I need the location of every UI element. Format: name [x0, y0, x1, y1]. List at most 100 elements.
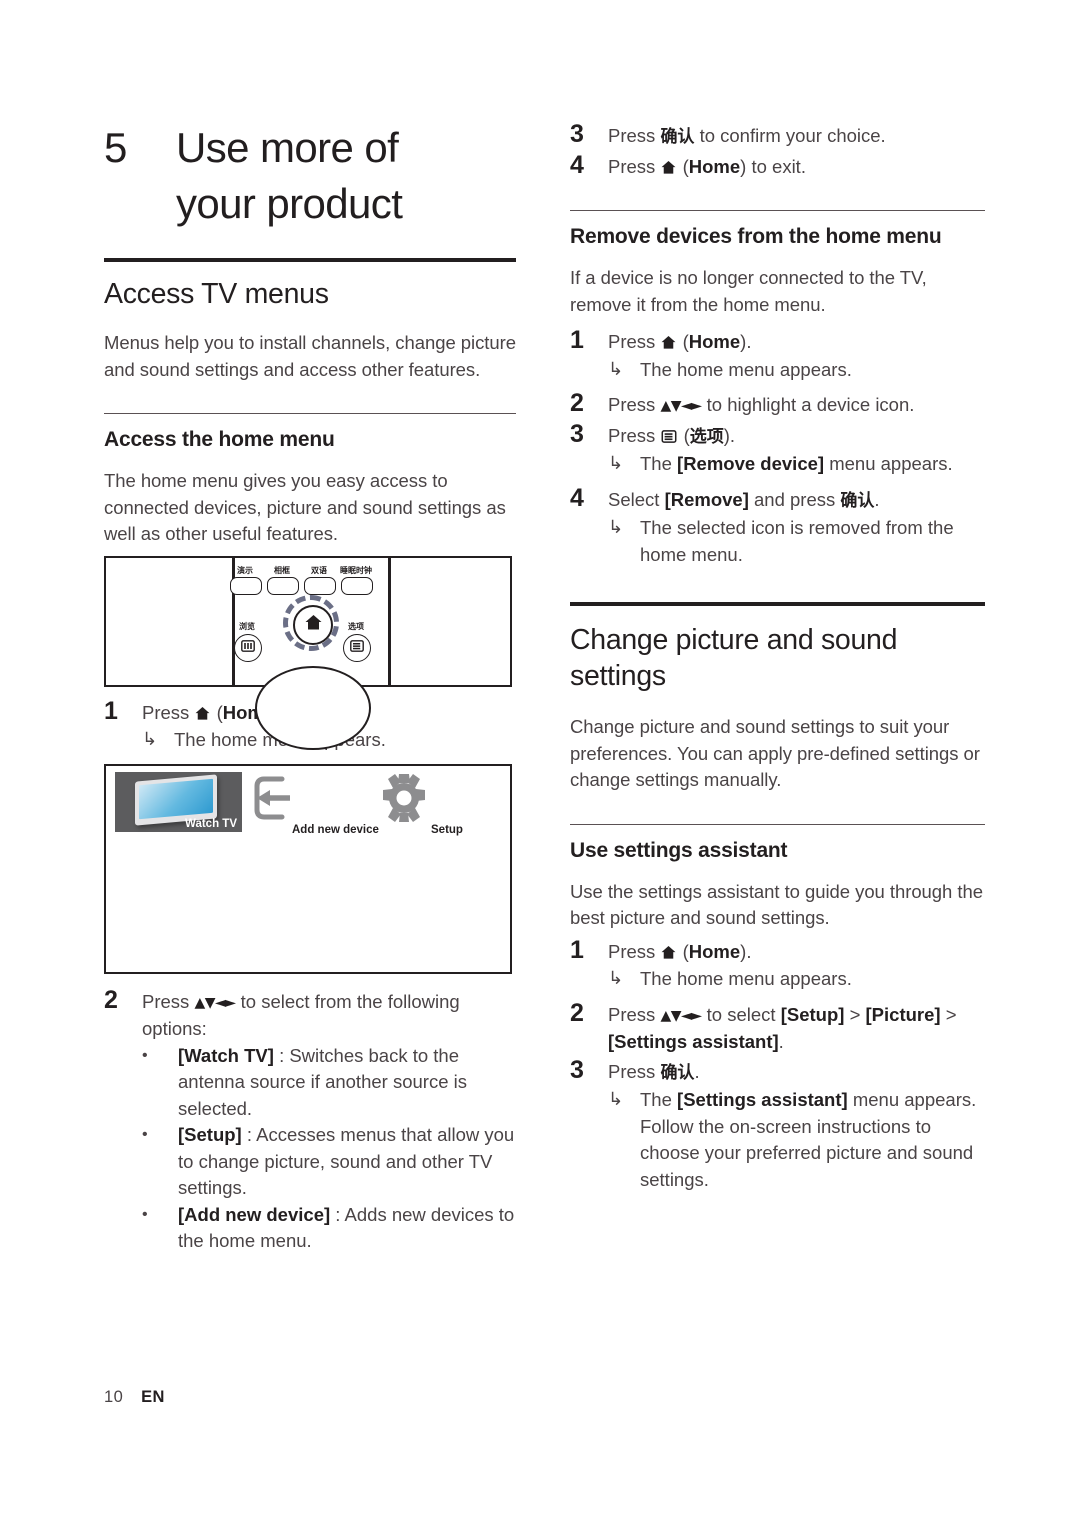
remote-right-edge — [388, 557, 391, 685]
chapter-title: Use more of your product — [176, 120, 403, 232]
step-text-after: . — [874, 488, 880, 510]
chapter-title-line1: Use more of — [176, 124, 399, 171]
options-icon — [661, 424, 677, 443]
confirm-key-label: 确认 — [660, 1062, 695, 1083]
remote-home-button[interactable] — [293, 604, 333, 645]
language-code: EN — [141, 1388, 165, 1406]
step-result: ↳ The [Settings assistant] menu appears.… — [608, 1087, 985, 1193]
result-text: The selected icon is removed from the ho… — [640, 517, 954, 565]
result-menu-name: [Remove device] — [677, 453, 825, 474]
result-text-after: menu appears. — [829, 453, 953, 474]
home-menu-item-watch-tv[interactable]: Watch TV — [115, 771, 242, 832]
home-menu-label-watch-tv: Watch TV — [185, 817, 237, 830]
step-text-mid: to select — [706, 1003, 776, 1025]
section-divider-thick — [104, 258, 516, 262]
step-text-before: Press — [608, 1003, 656, 1025]
section-title-access-tv-menus: Access TV menus — [104, 278, 329, 310]
step-number: 4 — [570, 483, 584, 512]
section-title-change-picture-sound: Change picture and sound settings — [570, 622, 985, 694]
step-text: Press ▲▼◄► to select [Setup] > [Picture]… — [608, 999, 985, 1056]
step-text-before: Select — [608, 488, 660, 510]
step-assistant-2: 2 Press ▲▼◄► to select [Setup] > [Pictur… — [570, 999, 985, 1056]
options-icon — [350, 639, 364, 657]
remote-button-sleep-timer[interactable] — [341, 576, 373, 595]
result-text: The home menu appears. — [640, 358, 852, 380]
step-remove-2: 2 Press ▲▼◄► to highlight a device icon. — [570, 389, 985, 420]
step-access-home-4: 4 Press (Home) to exit. — [570, 151, 985, 181]
navigation-arrows-icon: ▲▼◄► — [194, 994, 236, 1011]
step-text-after: . — [778, 1031, 784, 1052]
subsection-title-use-settings-assistant: Use settings assistant — [570, 838, 788, 862]
remote-button-photo-frame[interactable] — [267, 576, 299, 595]
bullet-text: [Watch TV] : Switches back to the antenn… — [178, 1043, 516, 1123]
home-icon — [305, 614, 322, 635]
step-text: Press ▲▼◄► to highlight a device icon. — [608, 389, 985, 420]
result-text-before: The — [640, 1089, 672, 1110]
remote-body: 演示 相框 双语 睡眠时钟 浏览 选项 — [106, 557, 510, 750]
home-icon — [195, 706, 210, 720]
home-menu-label-add-new-device: Add new device — [292, 823, 379, 836]
menu-path-picture: [Picture] — [865, 1003, 941, 1025]
step-number: 3 — [570, 1055, 584, 1084]
step-text: Press (选项). — [608, 420, 985, 451]
options-key-label: 选项 — [689, 426, 724, 447]
menu-path-separator: > — [849, 1003, 861, 1025]
section-intro-text: Change picture and sound settings to sui… — [570, 716, 980, 790]
remote-control-figure: 演示 相框 双语 睡眠时钟 浏览 选项 — [104, 555, 512, 750]
result-arrow-icon: ↳ — [142, 729, 158, 750]
step-text: Press 确认. — [608, 1056, 985, 1087]
result-text-before: The — [640, 453, 672, 474]
step-number: 1 — [104, 696, 118, 725]
manual-page: 5 Use more of your product Access TV men… — [0, 0, 1080, 1527]
step-text-after: . — [694, 1060, 700, 1082]
page-footer: 10 EN — [104, 1388, 165, 1407]
left-column: 5 Use more of your product Access TV men… — [104, 120, 516, 1255]
section-title-line1: Change picture and sound — [570, 624, 898, 656]
step-text-after: to select from the following options: — [142, 990, 460, 1040]
result-text: The [Remove device] menu appears. — [640, 451, 985, 478]
confirm-key-label: 确认 — [660, 127, 695, 147]
step-number: 1 — [570, 326, 584, 354]
step-assistant-3: 3 Press 确认. — [570, 1056, 985, 1087]
home-menu-label-setup: Setup — [431, 823, 463, 836]
navigation-arrows-icon: ▲▼◄► — [660, 398, 702, 414]
step-number: 2 — [570, 389, 584, 417]
home-keyword: Home — [688, 940, 741, 962]
subsection-title-remove-devices: Remove devices from the home menu — [570, 225, 942, 248]
remote-button-label-sleep-timer: 睡眠时钟 — [340, 565, 372, 575]
bullet-dot: • — [142, 1126, 148, 1143]
remote-dial[interactable] — [255, 665, 371, 750]
step-remove-3: 3 Press (选项). — [570, 420, 985, 451]
home-keyword: Home — [688, 331, 741, 352]
home-menu-screen: Watch TV Add new device Setup — [106, 765, 510, 972]
page-number: 10 — [104, 1388, 124, 1406]
subsection-intro-text: If a device is no longer connected to th… — [570, 267, 927, 315]
step-access-home-3: 3 Press 确认 to confirm your choice. — [570, 120, 985, 151]
paren-close: ). — [740, 940, 752, 962]
browse-icon — [241, 639, 255, 657]
step-text: Press (Home). — [608, 936, 985, 966]
result-arrow-icon: ↳ — [608, 968, 624, 989]
step-assistant-1: 1 Press (Home). — [570, 936, 985, 966]
step-text: Press ▲▼◄► to select from the following … — [142, 986, 516, 1043]
remote-button-bilingual[interactable] — [304, 576, 336, 595]
step-number: 3 — [570, 419, 584, 448]
menu-path-setup: [Setup] — [780, 1003, 845, 1025]
section-title-line2: settings — [570, 660, 666, 692]
remote-browse-button[interactable] — [234, 633, 262, 662]
remote-options-button[interactable] — [343, 633, 371, 662]
list-item: • [Add new device] : Adds new devices to… — [142, 1202, 516, 1255]
bullet-dot: • — [142, 1046, 148, 1064]
step-number: 2 — [104, 985, 118, 1014]
step-text-before: Press — [142, 701, 190, 723]
step-text-before: Press — [142, 990, 190, 1012]
step-text-after: to exit. — [751, 155, 806, 177]
subsection-intro-text: The home menu gives you easy access to c… — [104, 470, 506, 544]
menu-path-settings-assistant: [Settings assistant] — [608, 1031, 779, 1052]
paren-close: ). — [740, 331, 752, 352]
step-text-after: to confirm your choice. — [699, 125, 886, 146]
step-number: 1 — [570, 935, 584, 964]
gear-icon — [381, 772, 427, 829]
remote-button-demo[interactable] — [230, 576, 262, 595]
chapter-number: 5 — [104, 124, 127, 171]
